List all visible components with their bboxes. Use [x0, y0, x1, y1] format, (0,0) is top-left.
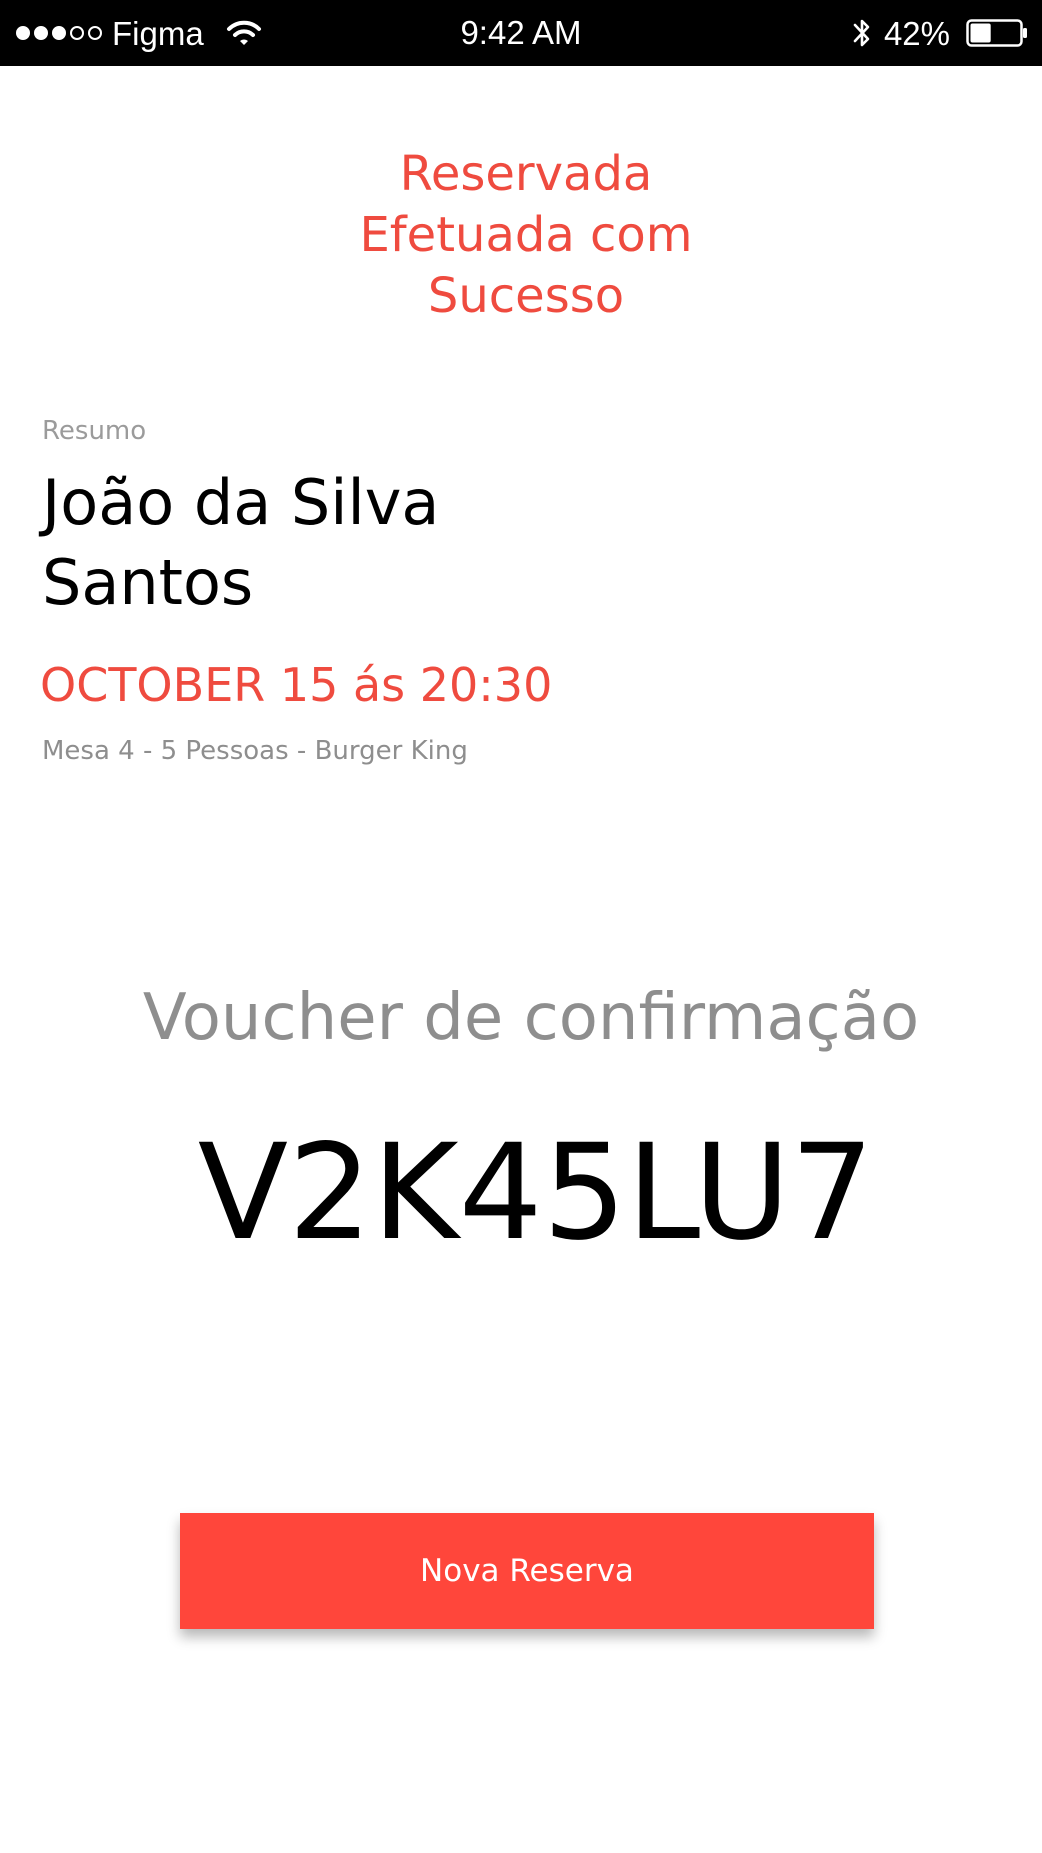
customer-name-line: Santos — [42, 546, 254, 619]
status-bar-right: 42% — [852, 0, 1028, 66]
page-title-line: Reservada — [399, 146, 653, 202]
page-title: Reservada Efetuada com Sucesso — [0, 144, 1042, 327]
summary-label: Resumo — [42, 416, 147, 446]
battery-icon — [966, 19, 1027, 47]
bluetooth-icon — [853, 19, 870, 47]
customer-name: João da Silva Santos — [42, 463, 602, 623]
battery-percentage: 42% — [883, 14, 950, 52]
battery-fill — [970, 23, 991, 43]
voucher-code: V2K45LU7 — [197, 1116, 875, 1270]
status-bar: Figma 9:42 AM 42% — [0, 0, 1042, 66]
page-title-line: Efetuada com — [359, 207, 693, 263]
new-reservation-button[interactable]: Nova Reserva — [180, 1513, 874, 1629]
customer-name-line: João da Silva — [42, 466, 440, 539]
voucher-label: Voucher de confirmação — [142, 981, 920, 1055]
reservation-datetime: OCTOBER 15 ás 20:30 — [40, 658, 553, 712]
page-title-line: Sucesso — [427, 268, 625, 324]
reservation-details: Mesa 4 - 5 Pessoas - Burger King — [42, 736, 468, 766]
